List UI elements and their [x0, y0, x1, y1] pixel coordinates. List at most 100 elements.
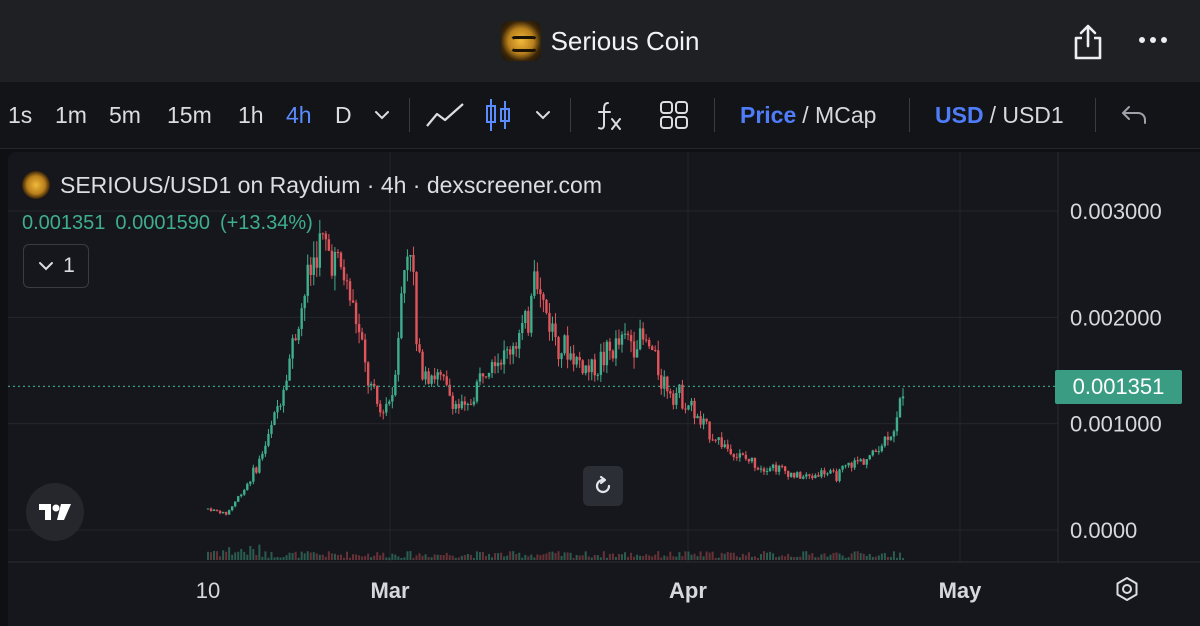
volume-bar — [793, 556, 796, 560]
volume-bar — [494, 553, 497, 560]
candle-body — [780, 465, 784, 467]
candle-body — [288, 358, 291, 381]
volume-bar — [687, 551, 690, 560]
volume-bar — [608, 554, 611, 560]
volume-bar — [732, 552, 735, 560]
candle-body — [318, 233, 322, 268]
candle-body — [533, 271, 536, 296]
candle-body — [756, 467, 760, 470]
candle-body — [584, 365, 587, 374]
close-value: 0.001351 — [22, 212, 106, 234]
series-collapse-button[interactable]: 1 — [23, 244, 89, 288]
candle-body — [853, 460, 856, 468]
volume-bar — [312, 552, 315, 560]
volume-bar — [799, 556, 802, 560]
candle-body — [333, 252, 337, 276]
candle-body — [394, 374, 397, 396]
candle-body — [732, 454, 735, 458]
candle-body — [499, 362, 503, 365]
volume-bar — [485, 555, 487, 560]
candle-body — [774, 464, 778, 472]
candle-body — [699, 416, 702, 425]
volume-bar — [554, 553, 557, 560]
candle-body — [397, 338, 400, 375]
candle-body — [542, 294, 545, 300]
candle-body — [527, 311, 530, 333]
volume-bar — [560, 556, 563, 560]
candle-body — [258, 458, 261, 473]
reset-chart-button[interactable] — [583, 466, 623, 506]
volume-bar — [672, 556, 675, 560]
volume-bar — [430, 557, 433, 560]
candle-body — [560, 353, 563, 360]
volume-bar — [696, 556, 699, 560]
candle-body — [635, 349, 639, 358]
candle-body — [880, 445, 884, 452]
volume-bar — [654, 554, 657, 560]
candle-body — [224, 511, 228, 515]
volume-bar — [880, 553, 883, 560]
pair-title: SERIOUS/USD1 on Raydium · 4h · dexscreen… — [60, 171, 602, 198]
candle-body — [315, 257, 318, 268]
candle-body — [599, 351, 603, 375]
time-tick-label: May — [939, 578, 983, 603]
candle-body — [744, 454, 748, 459]
volume-bar — [394, 554, 397, 560]
candle-body — [735, 457, 739, 459]
volume-bar — [219, 556, 222, 560]
volume-bar — [572, 557, 575, 560]
price-tick-label: 0.003000 — [1070, 199, 1162, 224]
candle-body — [759, 468, 763, 470]
candle-body — [493, 362, 497, 367]
candle-body — [215, 509, 219, 511]
candle-body — [291, 338, 294, 359]
candle-body — [608, 341, 612, 351]
candle-body — [572, 353, 575, 365]
candle-body — [868, 455, 871, 460]
volume-bar — [237, 551, 240, 560]
volume-bar — [660, 557, 663, 560]
volume-bar — [787, 553, 790, 560]
volume-bar — [282, 557, 285, 560]
volume-bar — [433, 554, 436, 560]
volume-bar — [678, 552, 681, 560]
volume-bar — [605, 557, 608, 560]
candle-body — [496, 362, 500, 367]
volume-bar — [859, 553, 862, 560]
chart-settings-button[interactable] — [1112, 574, 1142, 604]
volume-bar — [711, 551, 714, 560]
candle-body — [657, 350, 660, 376]
candle-body — [844, 465, 847, 467]
candle-body — [644, 339, 648, 341]
volume-bar — [902, 557, 904, 560]
volume-bar — [865, 555, 868, 560]
volume-bar — [294, 551, 297, 560]
volume-bar — [675, 556, 678, 560]
candle-body — [711, 439, 714, 441]
volume-bar — [246, 554, 249, 560]
volume-bar — [611, 553, 614, 560]
candle-body — [762, 468, 766, 472]
candle-body — [593, 359, 596, 376]
tradingview-logo-icon — [39, 504, 71, 520]
price-chart[interactable]: 0.0000 0.001000 0.002000 0.003000 10 Mar Apr M… — [0, 0, 1200, 626]
candle-body — [303, 295, 306, 309]
candle-body — [454, 403, 457, 409]
candle-body — [469, 403, 473, 405]
volume-bar — [796, 556, 799, 560]
candle-body — [382, 412, 385, 414]
volume-bar — [451, 555, 454, 560]
candle-body — [342, 267, 346, 281]
candle-body — [626, 333, 630, 336]
volume-bar — [620, 554, 623, 560]
candle-body — [753, 457, 757, 468]
volume-bar — [240, 548, 243, 560]
tradingview-logo[interactable] — [26, 483, 84, 541]
volume-bar — [539, 555, 542, 560]
volume-bar — [627, 556, 630, 560]
volume-bar — [648, 555, 651, 560]
candle-body — [741, 453, 745, 455]
volume-bar — [808, 554, 811, 560]
reset-icon — [595, 475, 611, 494]
candle-body — [218, 510, 222, 514]
